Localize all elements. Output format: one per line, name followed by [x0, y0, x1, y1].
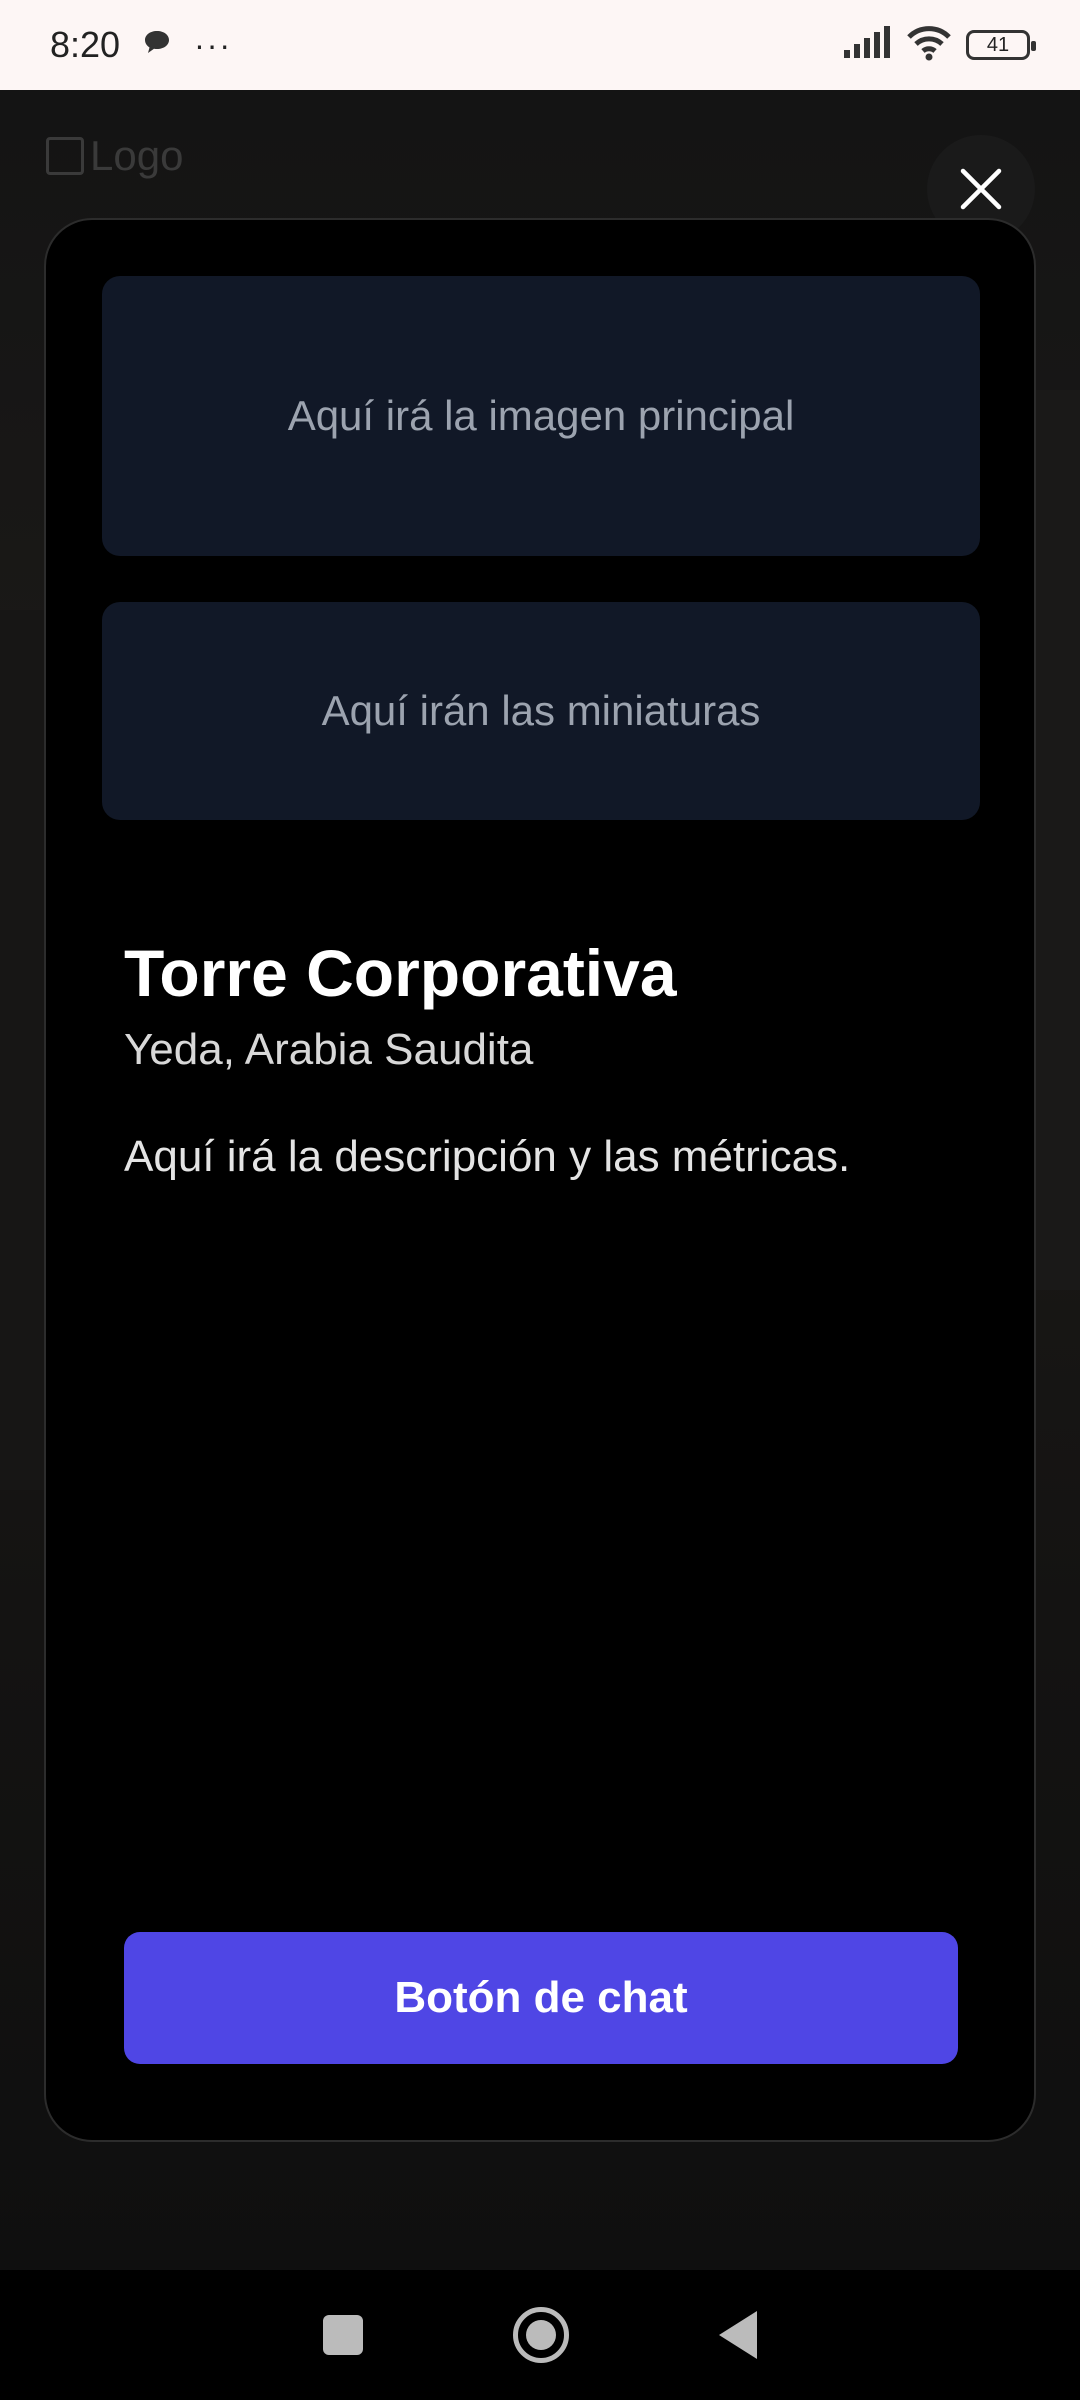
- back-icon[interactable]: [719, 2311, 757, 2359]
- main-image-placeholder-text: Aquí irá la imagen principal: [287, 392, 795, 439]
- status-more: ···: [194, 26, 233, 63]
- home-icon[interactable]: [513, 2307, 569, 2363]
- close-icon: [960, 168, 1002, 210]
- battery-icon: 41: [966, 30, 1036, 60]
- home-icon-dot: [526, 2320, 556, 2350]
- project-modal: Aquí irá la imagen principal Aquí irán l…: [44, 218, 1036, 2142]
- status-time: 8:20: [50, 24, 121, 65]
- project-description: Aquí irá la descripción y las métricas.: [124, 1132, 851, 1181]
- recents-icon[interactable]: [323, 2315, 363, 2355]
- system-nav-bar: [0, 2270, 1080, 2400]
- logo-alt-text: Logo: [90, 132, 184, 179]
- thumbnails-placeholder: Aquí irán las miniaturas: [102, 602, 980, 820]
- wifi-icon: [906, 25, 952, 66]
- signal-icon: [842, 25, 892, 65]
- status-bar: 8:20 ··· 41: [0, 0, 1080, 90]
- logo: Logo: [46, 132, 183, 180]
- status-left: 8:20 ···: [50, 24, 232, 66]
- broken-image-icon: [46, 137, 84, 175]
- main-image-placeholder: Aquí irá la imagen principal: [102, 276, 980, 556]
- status-right: 41: [842, 25, 1036, 66]
- thumbnails-placeholder-text: Aquí irán las miniaturas: [321, 687, 761, 734]
- chat-bubble-icon: [142, 24, 172, 66]
- chat-button[interactable]: Botón de chat: [124, 1932, 958, 2064]
- project-location: Yeda, Arabia Saudita: [124, 1025, 534, 1074]
- project-title: Torre Corporativa: [124, 936, 677, 1010]
